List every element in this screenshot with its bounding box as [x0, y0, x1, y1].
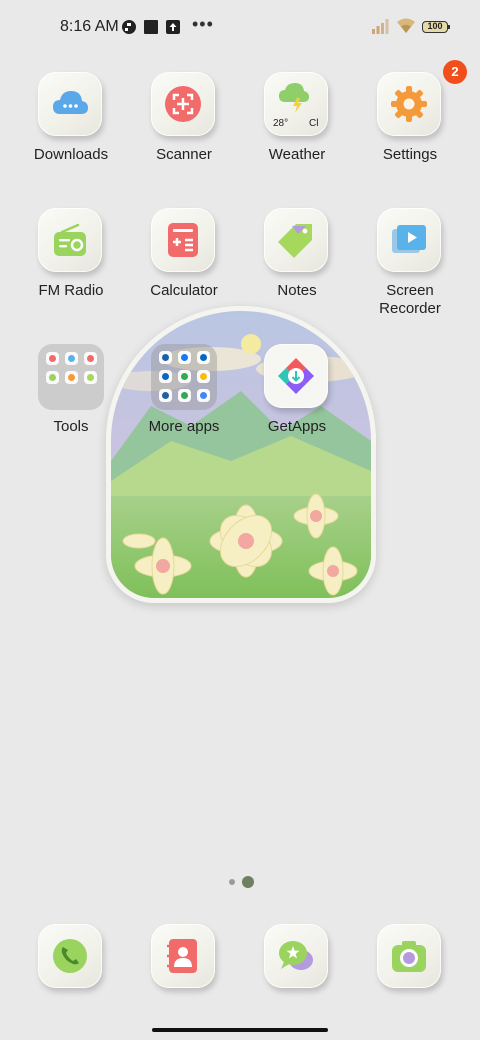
- app-label: Downloads: [33, 146, 109, 163]
- getapps-tile[interactable]: [264, 344, 328, 408]
- mini-app-icon: [84, 371, 97, 384]
- app-label: GetApps: [267, 418, 327, 435]
- mini-app-icon: [65, 352, 78, 365]
- stop-square-icon: [144, 20, 158, 34]
- app-label: Scanner: [156, 146, 212, 163]
- fm-radio-tile[interactable]: [38, 208, 102, 272]
- app-label: Weather: [268, 146, 326, 163]
- screen-recorder-icon: [392, 225, 426, 253]
- mini-app-icon: [197, 370, 210, 383]
- phone-icon: [53, 939, 87, 973]
- weather-icon: [279, 83, 309, 113]
- camera-icon: [392, 941, 426, 972]
- app-label: FM Radio: [38, 282, 104, 299]
- signal-icon: [372, 19, 389, 34]
- tools-folder-tile[interactable]: [38, 344, 104, 410]
- settings-tile[interactable]: [377, 72, 441, 136]
- mini-app-icon: [178, 351, 191, 364]
- upload-icon: [166, 20, 180, 34]
- getapps-icon: [278, 358, 314, 394]
- weather-tile[interactable]: 28° Cl: [264, 72, 328, 136]
- scanner-icon: [165, 86, 201, 122]
- mini-app-icon: [46, 352, 59, 365]
- mini-app-icon: [197, 389, 210, 402]
- messages-tile[interactable]: [264, 924, 328, 988]
- landscape-photo-widget[interactable]: [106, 306, 376, 603]
- mini-app-icon: [46, 371, 59, 384]
- mini-app-icon: [84, 352, 97, 365]
- more-dots-icon: •••: [192, 14, 214, 34]
- mini-app-icon: [65, 371, 78, 384]
- weather-temp: 28°: [273, 118, 289, 129]
- home-indicator-bar[interactable]: [152, 1028, 328, 1032]
- notes-tile[interactable]: [264, 208, 328, 272]
- app-label: Calculator: [150, 282, 218, 299]
- gear-icon: [391, 86, 427, 122]
- app-label: Tools: [53, 418, 89, 435]
- downloads-tile[interactable]: [38, 72, 102, 136]
- tag-note-icon: [278, 224, 312, 258]
- wifi-icon: [397, 18, 415, 33]
- app-label: Screen Recorder: [379, 282, 441, 317]
- mini-app-icon: [197, 351, 210, 364]
- mini-app-icon: [178, 370, 191, 383]
- camera-tile[interactable]: [377, 924, 441, 988]
- app-label: More apps: [148, 418, 220, 435]
- cloud-download-icon: [53, 91, 88, 114]
- status-time: 8:16 AM: [60, 18, 119, 35]
- phone-tile[interactable]: [38, 924, 102, 988]
- messages-icon: [279, 941, 313, 970]
- battery-tip: [448, 25, 450, 29]
- radio-icon: [54, 223, 86, 256]
- mini-app-icon: [178, 389, 191, 402]
- page-dot-1[interactable]: [229, 879, 235, 885]
- notification-badge: 2: [443, 60, 467, 84]
- landscape-painting-image: [111, 311, 371, 598]
- weather-condition: Cl: [309, 118, 319, 129]
- app-label: Notes: [277, 282, 317, 299]
- scanner-tile[interactable]: [151, 72, 215, 136]
- screen-recorder-tile[interactable]: [377, 208, 441, 272]
- page-dot-2-active[interactable]: [242, 876, 254, 888]
- calculator-icon: [168, 223, 198, 257]
- more-apps-folder-tile[interactable]: [151, 344, 217, 410]
- contacts-icon: [167, 939, 197, 973]
- calculator-tile[interactable]: [151, 208, 215, 272]
- mini-app-icon: [159, 389, 172, 402]
- status-bar: 8:16 AM ••• 100: [0, 0, 480, 56]
- battery-icon: 100: [422, 21, 448, 33]
- app-label: Settings: [382, 146, 438, 163]
- notification-app-icon: [122, 20, 136, 34]
- mini-app-icon: [159, 370, 172, 383]
- contacts-tile[interactable]: [151, 924, 215, 988]
- mini-app-icon: [159, 351, 172, 364]
